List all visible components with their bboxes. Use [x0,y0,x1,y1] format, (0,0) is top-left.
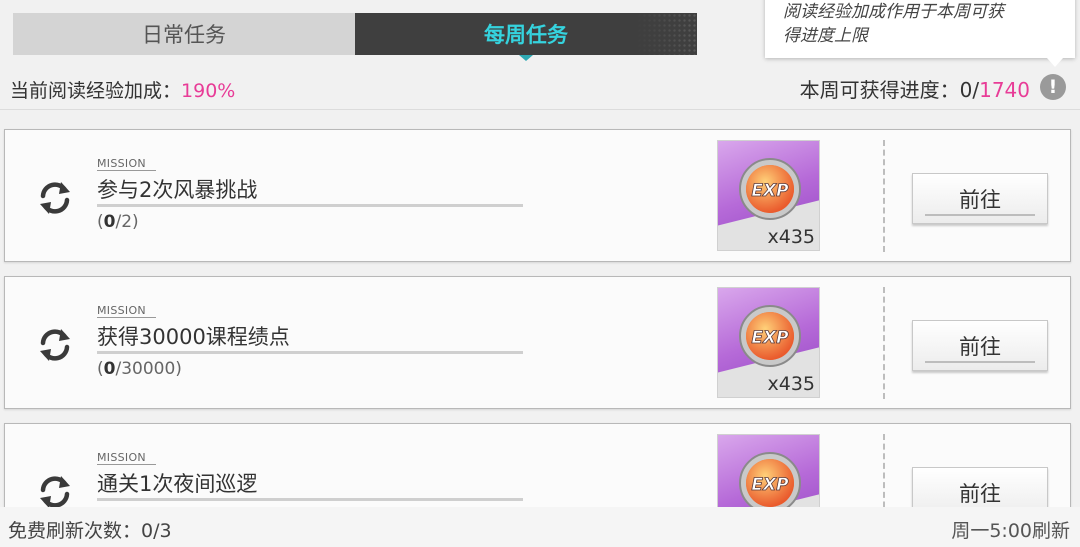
exp-coin-icon: EXP [739,305,801,367]
tab-weekly-label: 每周任务 [484,23,568,47]
bonus-label: 当前阅读经验加成： [10,80,182,102]
reset-time: 周一5:00刷新 [951,520,1070,542]
mission-card: MISSION 获得30000课程绩点 (0/30000) EXP x435 前… [4,276,1071,409]
exp-coin-label: EXP [751,181,789,201]
progress-label: 本周可获得进度： [799,78,960,102]
refresh-icon[interactable] [35,472,75,507]
refresh-icon[interactable] [35,178,75,218]
exp-coin-icon: EXP [739,158,801,220]
refresh-icon[interactable] [35,325,75,365]
mission-tag: MISSION [97,451,156,465]
mission-underline [97,351,523,354]
mission-title: 参与2次风暴挑战 [97,178,258,202]
reward-item[interactable]: EXP x435 [717,287,820,398]
exp-coin-label: EXP [751,475,789,495]
go-button-label: 前往 [959,481,1001,506]
task-tabs: 日常任务 每周任务 [13,13,697,61]
mission-title: 通关1次夜间巡逻 [97,472,258,496]
reward-quantity: x435 [767,373,815,395]
bonus-value: 190% [181,80,236,102]
help-glyph: ! [1048,76,1058,98]
mission-tag: MISSION [97,157,156,171]
bonus-tooltip: 阅读经验加成作用于本周可获 得进度上限 [765,0,1075,67]
mission-progress: (0/30000) [97,359,182,379]
exp-coin-label: EXP [751,328,789,348]
footer: 免费刷新次数：0/3 周一5:00刷新 [0,507,1080,547]
mission-title: 获得30000课程绩点 [97,325,290,349]
info-row: 当前阅读经验加成：190% 本周可获得进度：0/1740 [0,66,1080,110]
go-button[interactable]: 前往 [912,173,1048,224]
progress-current: 0 [959,78,973,102]
go-button[interactable]: 前往 [912,320,1048,371]
go-button-label: 前往 [959,334,1001,359]
progress-open: ( [97,359,104,379]
weekly-progress: 本周可获得进度：0/1740 [800,74,1030,103]
dashed-divider [883,434,885,507]
reading-exp-bonus: 当前阅读经验加成：190% [10,76,235,103]
reward-quantity: x435 [767,226,815,248]
mission-underline [97,498,523,501]
go-button[interactable]: 前往 [912,467,1048,507]
dashed-divider [883,140,885,252]
free-refresh-count: 免费刷新次数：0/3 [8,520,172,542]
mission-list: MISSION 参与2次风暴挑战 (0/2) EXP x435 前往 MISSI… [0,110,1080,507]
progress-current: 0 [103,212,116,232]
mission-card: MISSION 通关1次夜间巡逻 EXP 前往 [4,423,1071,507]
mission-underline [97,204,523,207]
mission-card: MISSION 参与2次风暴挑战 (0/2) EXP x435 前往 [4,129,1071,262]
tab-daily-tasks[interactable]: 日常任务 [13,13,355,55]
progress-total: /30000) [115,359,182,379]
go-button-label: 前往 [959,187,1001,212]
progress-total: /2) [115,212,139,232]
progress-current: 0 [103,359,116,379]
mission-tag: MISSION [97,304,156,318]
mission-progress: (0/2) [97,212,139,232]
dashed-divider [883,287,885,399]
tooltip-line-2: 得进度上限 [783,26,868,46]
reward-item[interactable]: EXP x435 [717,140,820,251]
progress-open: ( [97,212,104,232]
exp-coin-icon: EXP [739,452,801,507]
help-icon[interactable]: ! [1040,74,1066,100]
progress-max: 1740 [979,78,1030,102]
tooltip-line-1: 阅读经验加成作用于本周可获 [783,2,1004,22]
tab-weekly-tasks[interactable]: 每周任务 [355,13,697,61]
tab-daily-label: 日常任务 [142,23,226,47]
reward-item[interactable]: EXP [717,434,820,507]
